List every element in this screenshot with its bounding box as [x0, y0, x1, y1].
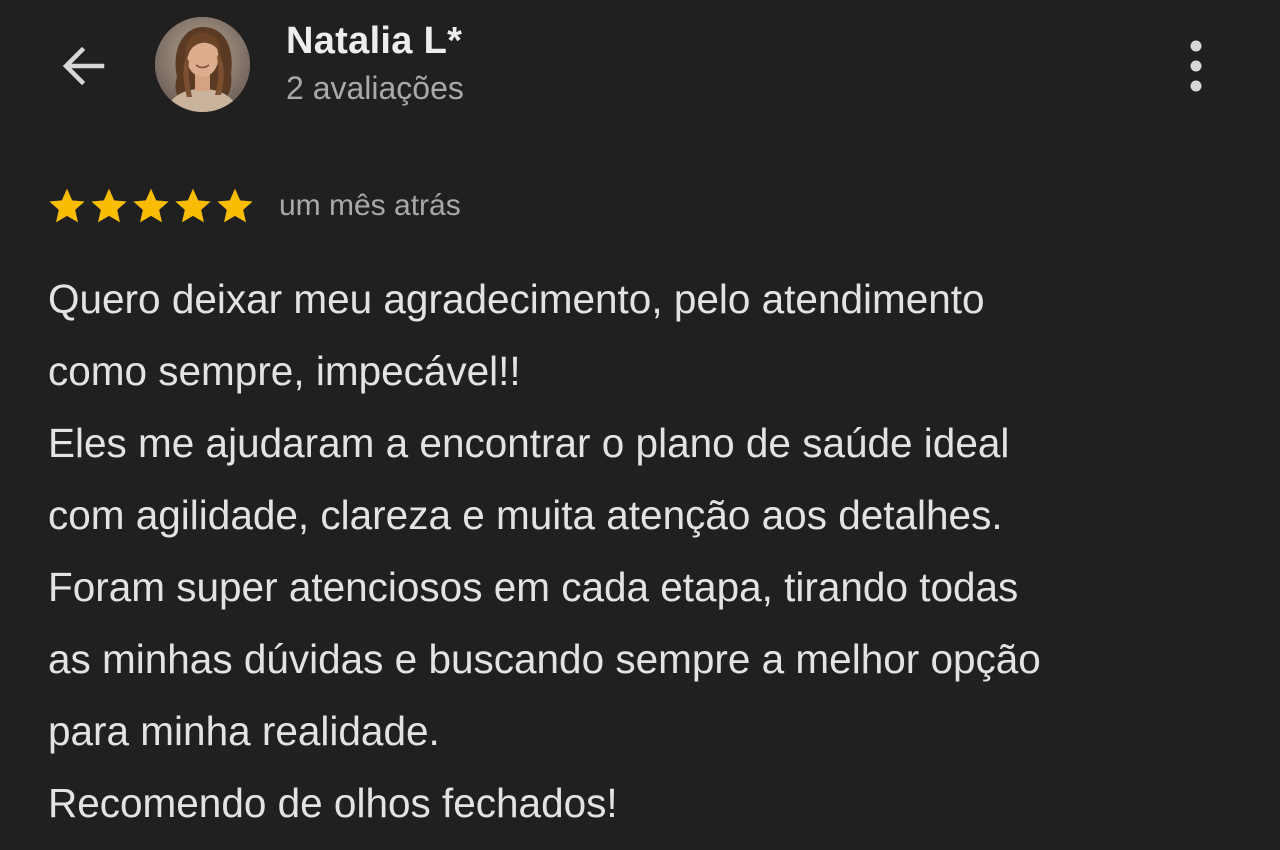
star-icon: [49, 188, 85, 223]
arrow-left-icon: [62, 46, 105, 86]
more-vertical-icon: [1190, 40, 1202, 92]
back-button[interactable]: [50, 38, 114, 94]
review-text: Quero deixar meu agradecimento, pelo ate…: [48, 263, 1248, 839]
star-icon: [217, 188, 253, 223]
review-text-line: Foram super atenciosos em cada etapa, ti…: [48, 564, 1019, 610]
star-icon: [133, 188, 169, 223]
review-text-line: para minha realidade.: [48, 708, 440, 754]
avatar[interactable]: [155, 17, 250, 112]
review-text-line: Quero deixar meu agradecimento, pelo ate…: [48, 276, 985, 322]
review-text-line: as minhas dúvidas e buscando sempre a me…: [48, 636, 1041, 682]
reviewer-review-count[interactable]: 2 avaliações: [286, 70, 464, 107]
review-date: um mês atrás: [279, 189, 461, 222]
star-rating: [47, 186, 255, 226]
user-photo: [155, 17, 250, 112]
more-options-button[interactable]: [1170, 34, 1222, 98]
reviewer-name[interactable]: Natalia L*: [286, 20, 462, 63]
star-icon: [175, 188, 211, 223]
review-text-line: Eles me ajudaram a encontrar o plano de …: [48, 420, 1010, 466]
rating-row: um mês atrás: [47, 183, 461, 229]
star-icon: [91, 188, 127, 223]
review-text-line: Recomendo de olhos fechados!: [48, 780, 618, 826]
review-text-line: com agilidade, clareza e muita atenção a…: [48, 492, 1003, 538]
review-text-line: como sempre, impecável!!: [48, 348, 521, 394]
review-header: Natalia L* 2 avaliações: [0, 0, 1280, 140]
